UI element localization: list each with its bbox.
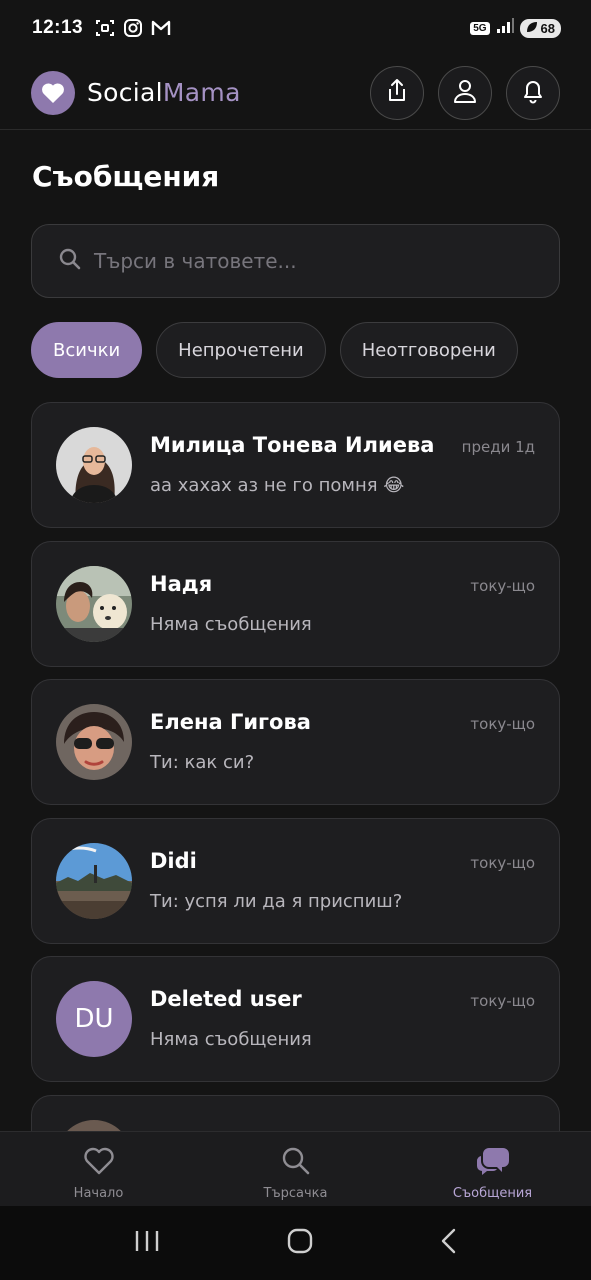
battery-indicator: 68 <box>519 18 561 38</box>
avatar <box>56 565 132 642</box>
nav-search[interactable]: Търсачка <box>197 1132 394 1206</box>
chat-last-message: Няма съобщения <box>150 613 312 635</box>
search-placeholder: Търси в чатовете... <box>94 249 297 273</box>
nav-messages[interactable]: Съобщения <box>394 1132 591 1206</box>
share-icon <box>385 78 409 108</box>
page-title: Съобщения <box>32 160 220 193</box>
signal-icon <box>496 18 514 38</box>
nav-home[interactable]: Начало <box>0 1132 197 1206</box>
chat-time: преди 1д <box>461 438 535 456</box>
status-bar: 12:13 5G 68 <box>0 0 591 56</box>
chat-item[interactable]: Надя току-що Няма съобщения <box>31 540 560 667</box>
nav-label: Начало <box>73 1186 124 1201</box>
chat-name: Надя <box>150 571 213 596</box>
chat-list: Милица Тонева Илиева преди 1д аа хахах а… <box>31 402 560 1233</box>
share-button[interactable] <box>370 65 424 120</box>
search-icon <box>58 247 82 275</box>
screenshot-icon <box>95 18 115 38</box>
nav-label: Търсачка <box>263 1186 328 1201</box>
avatar: DU <box>56 981 132 1057</box>
chat-item[interactable]: DU Deleted user току-що Няма съобщения <box>31 956 560 1082</box>
search-input[interactable]: Търси в чатовете... <box>31 224 560 298</box>
nav-label: Съобщения <box>452 1186 533 1201</box>
leaf-icon <box>526 21 538 36</box>
filter-unread[interactable]: Непрочетени <box>156 322 326 378</box>
battery-level: 68 <box>540 20 555 36</box>
heart-icon <box>83 1146 115 1180</box>
chat-last-message: Ти: успя ли да я приспиш? <box>150 890 403 912</box>
chat-time: току-що <box>470 576 535 595</box>
filter-unanswered[interactable]: Неотговорени <box>339 322 518 378</box>
back-icon[interactable] <box>440 1228 458 1258</box>
chat-name: Didi <box>150 848 197 873</box>
search-icon <box>280 1146 312 1180</box>
profile-button[interactable] <box>438 65 492 120</box>
instagram-icon <box>123 18 143 38</box>
chat-bubbles-icon <box>475 1146 511 1180</box>
avatar <box>56 427 132 503</box>
bell-icon <box>521 78 545 108</box>
chat-last-message: Няма съобщения <box>150 1029 312 1050</box>
chat-time: току-що <box>470 715 535 733</box>
notifications-button[interactable] <box>506 65 560 120</box>
chat-name: Елена Гигова <box>150 710 311 734</box>
chat-name: Deleted user <box>150 987 302 1011</box>
filter-all[interactable]: Всички <box>31 322 143 378</box>
profile-icon <box>453 78 477 108</box>
brand-name[interactable]: SocialMama <box>87 78 241 107</box>
system-navigation <box>0 1206 591 1280</box>
filter-chips: Всички Непрочетени Неотговорени <box>31 322 518 378</box>
chat-item[interactable]: Didi току-що Ти: успя ли да я приспиш? <box>31 817 560 944</box>
logo-heart-icon[interactable] <box>31 70 75 115</box>
chat-item[interactable]: Елена Гигова току-що Ти: как си? <box>31 679 560 805</box>
home-icon[interactable] <box>287 1228 313 1258</box>
chat-item[interactable]: Милица Тонева Илиева преди 1д аа хахах а… <box>31 402 560 528</box>
network-badge: 5G <box>470 21 490 35</box>
chat-time: току-що <box>470 853 535 872</box>
chat-last-message: Ти: как си? <box>150 752 255 773</box>
chat-name: Милица Тонева Илиева <box>150 433 435 457</box>
bottom-navigation: Начало Търсачка Съобщения <box>0 1131 591 1206</box>
status-time: 12:13 <box>32 17 84 38</box>
app-header: SocialMama <box>0 56 591 130</box>
gmail-icon <box>151 18 171 38</box>
chat-last-message: аа хахах аз не го помня 😂 <box>150 475 405 496</box>
recents-icon[interactable] <box>134 1229 160 1257</box>
chat-time: току-що <box>470 992 535 1010</box>
avatar <box>56 704 132 780</box>
avatar <box>56 842 132 919</box>
